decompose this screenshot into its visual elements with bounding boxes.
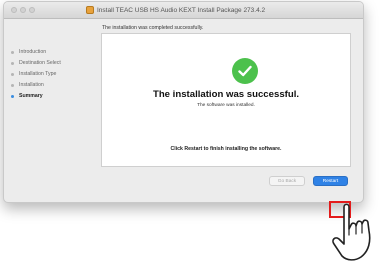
step-bullet-icon: [11, 94, 14, 98]
step-bullet-icon: [11, 61, 14, 65]
window-title-group: Install TEAC USB HS Audio KEXT Install P…: [86, 5, 265, 15]
sidebar-item-label: Introduction: [19, 49, 47, 55]
sidebar-item-installation: Installation: [11, 82, 44, 88]
package-icon: [86, 6, 94, 14]
sidebar-item-introduction: Introduction: [11, 49, 46, 55]
restart-button[interactable]: Restart: [313, 176, 348, 186]
go-back-button[interactable]: Go Back: [269, 176, 305, 186]
sidebar-item-summary: Summary: [11, 93, 43, 99]
close-window-button[interactable]: [11, 7, 17, 13]
installer-window: Install TEAC USB HS Audio KEXT Install P…: [3, 1, 364, 203]
minimize-window-button[interactable]: [20, 7, 26, 13]
sidebar-item-label: Installation: [19, 82, 44, 88]
step-bullet-icon: [11, 50, 14, 54]
sidebar-item-label: Installation Type: [19, 71, 57, 77]
zoom-window-button[interactable]: [29, 7, 35, 13]
success-subline: The software was installed.: [197, 103, 255, 108]
window-title: Install TEAC USB HS Audio KEXT Install P…: [97, 6, 266, 14]
sidebar-item-label: Destination Select: [19, 60, 61, 66]
sidebar-item-destination-select: Destination Select: [11, 60, 61, 66]
steps-sidebar: Introduction Destination Select Installa…: [4, 19, 98, 202]
step-bullet-icon: [11, 83, 14, 87]
success-headline: The installation was successful.: [152, 89, 300, 100]
title-bar: Install TEAC USB HS Audio KEXT Install P…: [4, 2, 363, 19]
pointing-hand-icon: [332, 203, 371, 261]
summary-panel: The installation was successful. The sof…: [101, 33, 351, 167]
sidebar-item-label: Summary: [19, 93, 43, 99]
panel-header-text: The installation was completed successfu…: [102, 25, 204, 31]
step-bullet-icon: [11, 72, 14, 76]
checkmark-icon: [232, 58, 258, 84]
restart-instruction: Click Restart to finish installing the s…: [170, 146, 282, 152]
sidebar-item-installation-type: Installation Type: [11, 71, 56, 77]
